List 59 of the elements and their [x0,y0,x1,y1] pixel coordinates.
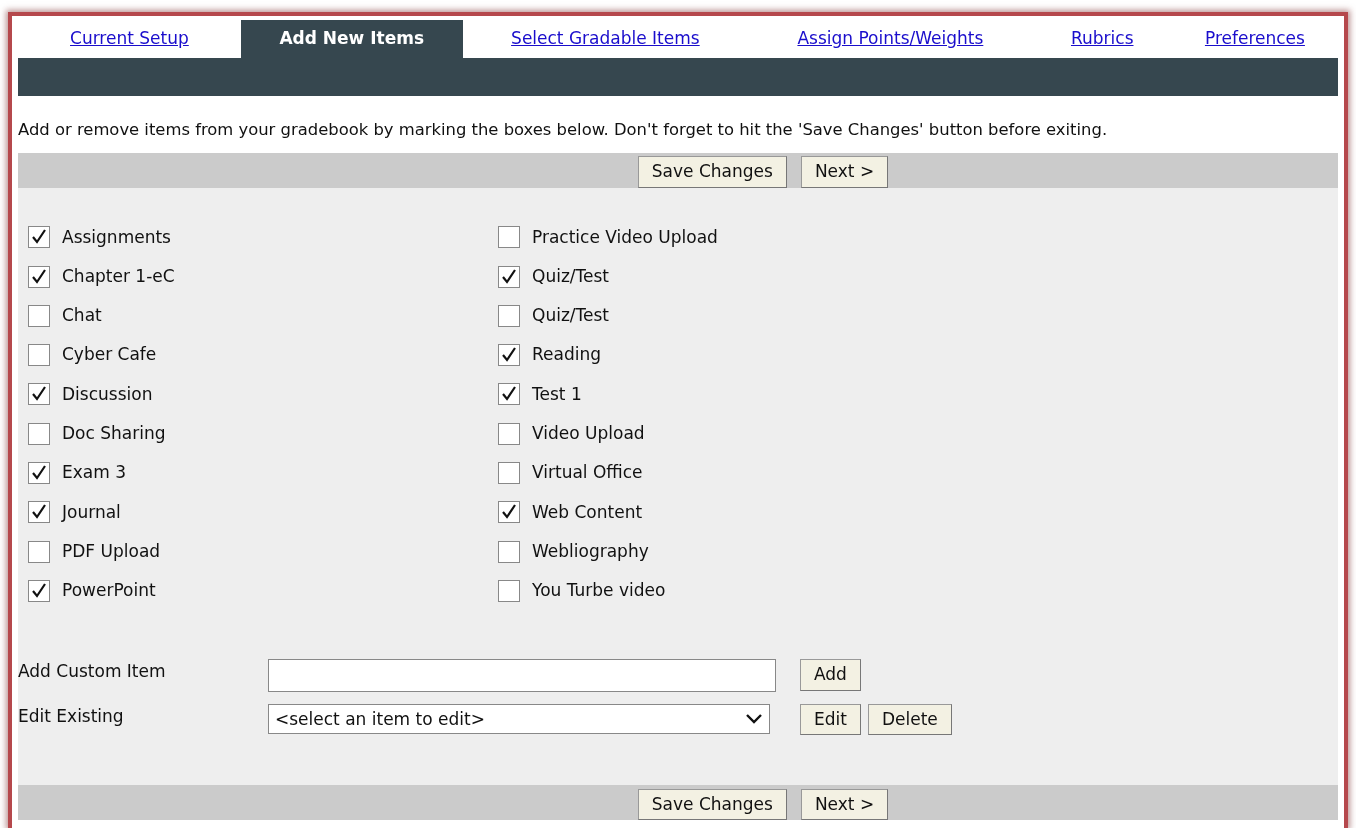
tab[interactable]: Select Gradable Items [462,20,749,58]
next-button[interactable]: Next > [800,788,889,821]
checkbox-label: Assignments [62,225,171,249]
checkbox[interactable] [28,462,50,485]
select-field[interactable]: <select an item to edit> [268,704,770,735]
checkbox-label: Discussion [62,382,153,406]
checkbox-label: Web Content [532,500,643,524]
checkbox[interactable] [28,540,50,563]
checkbox-label: Journal [62,500,121,524]
checkbox-label: Test 1 [532,382,582,406]
checkbox-label: Webliography [532,539,649,563]
chevron-down-icon [745,713,763,726]
checkbox-label: Practice Video Upload [532,225,718,249]
input-field[interactable] [268,658,776,692]
field-label: Edit Existing [18,704,125,728]
checkbox-label: Reading [532,343,601,367]
tab[interactable]: Add New Items [240,20,463,58]
tab[interactable]: Rubrics [1032,20,1172,58]
checkbox-label: Doc Sharing [62,422,166,445]
next-button[interactable]: Next > [800,155,889,188]
checkbox-label: Virtual Office [532,461,643,485]
edit-button[interactable]: Edit [800,703,861,736]
checkbox[interactable] [28,226,50,249]
delete-button[interactable]: Delete [867,703,952,736]
checkbox[interactable] [498,383,520,406]
checkbox[interactable] [498,501,520,524]
checkbox[interactable] [28,579,50,602]
checkbox-label: Quiz/Test [532,264,609,288]
checkbox-label: Video Upload [532,422,645,445]
checkbox[interactable] [498,462,520,485]
tab[interactable]: Current Setup [18,20,241,58]
checkbox-label: PowerPoint [62,579,156,603]
checkbox-label: Chat [62,304,102,328]
checkbox-label: PDF Upload [62,539,161,563]
tab[interactable]: Assign Points/Weights [748,20,1033,58]
checkbox-label: Chapter 1-eC [62,264,175,288]
checkbox[interactable] [498,226,520,249]
checkbox-label: You Turbe video [532,579,666,603]
checkbox[interactable] [498,265,520,288]
checkbox[interactable] [498,304,520,327]
checkbox[interactable] [28,501,50,524]
field-label: Add Custom Item [18,659,167,683]
save-button[interactable]: Save Changes [637,788,787,821]
save-button[interactable]: Save Changes [637,155,787,188]
checkbox-label: Cyber Cafe [62,343,157,367]
checkbox[interactable] [28,265,50,288]
checkbox[interactable] [28,383,50,406]
checkbox[interactable] [498,579,520,602]
checkbox[interactable] [498,344,520,367]
tab[interactable]: Preferences [1171,20,1338,58]
add-button[interactable]: Add [800,659,861,691]
checkbox[interactable] [498,422,520,445]
checkbox[interactable] [28,422,50,445]
instructions-text: Add or remove items from your gradebook by marking the boxes below. Don't forget to hit the 'Save Changes' button before exiting. [18,119,1109,141]
checkbox-label: Exam 3 [62,461,126,485]
checkbox[interactable] [28,344,50,367]
checkbox-label: Quiz/Test [532,304,609,328]
checkbox[interactable] [28,304,50,327]
checkbox[interactable] [498,540,520,563]
